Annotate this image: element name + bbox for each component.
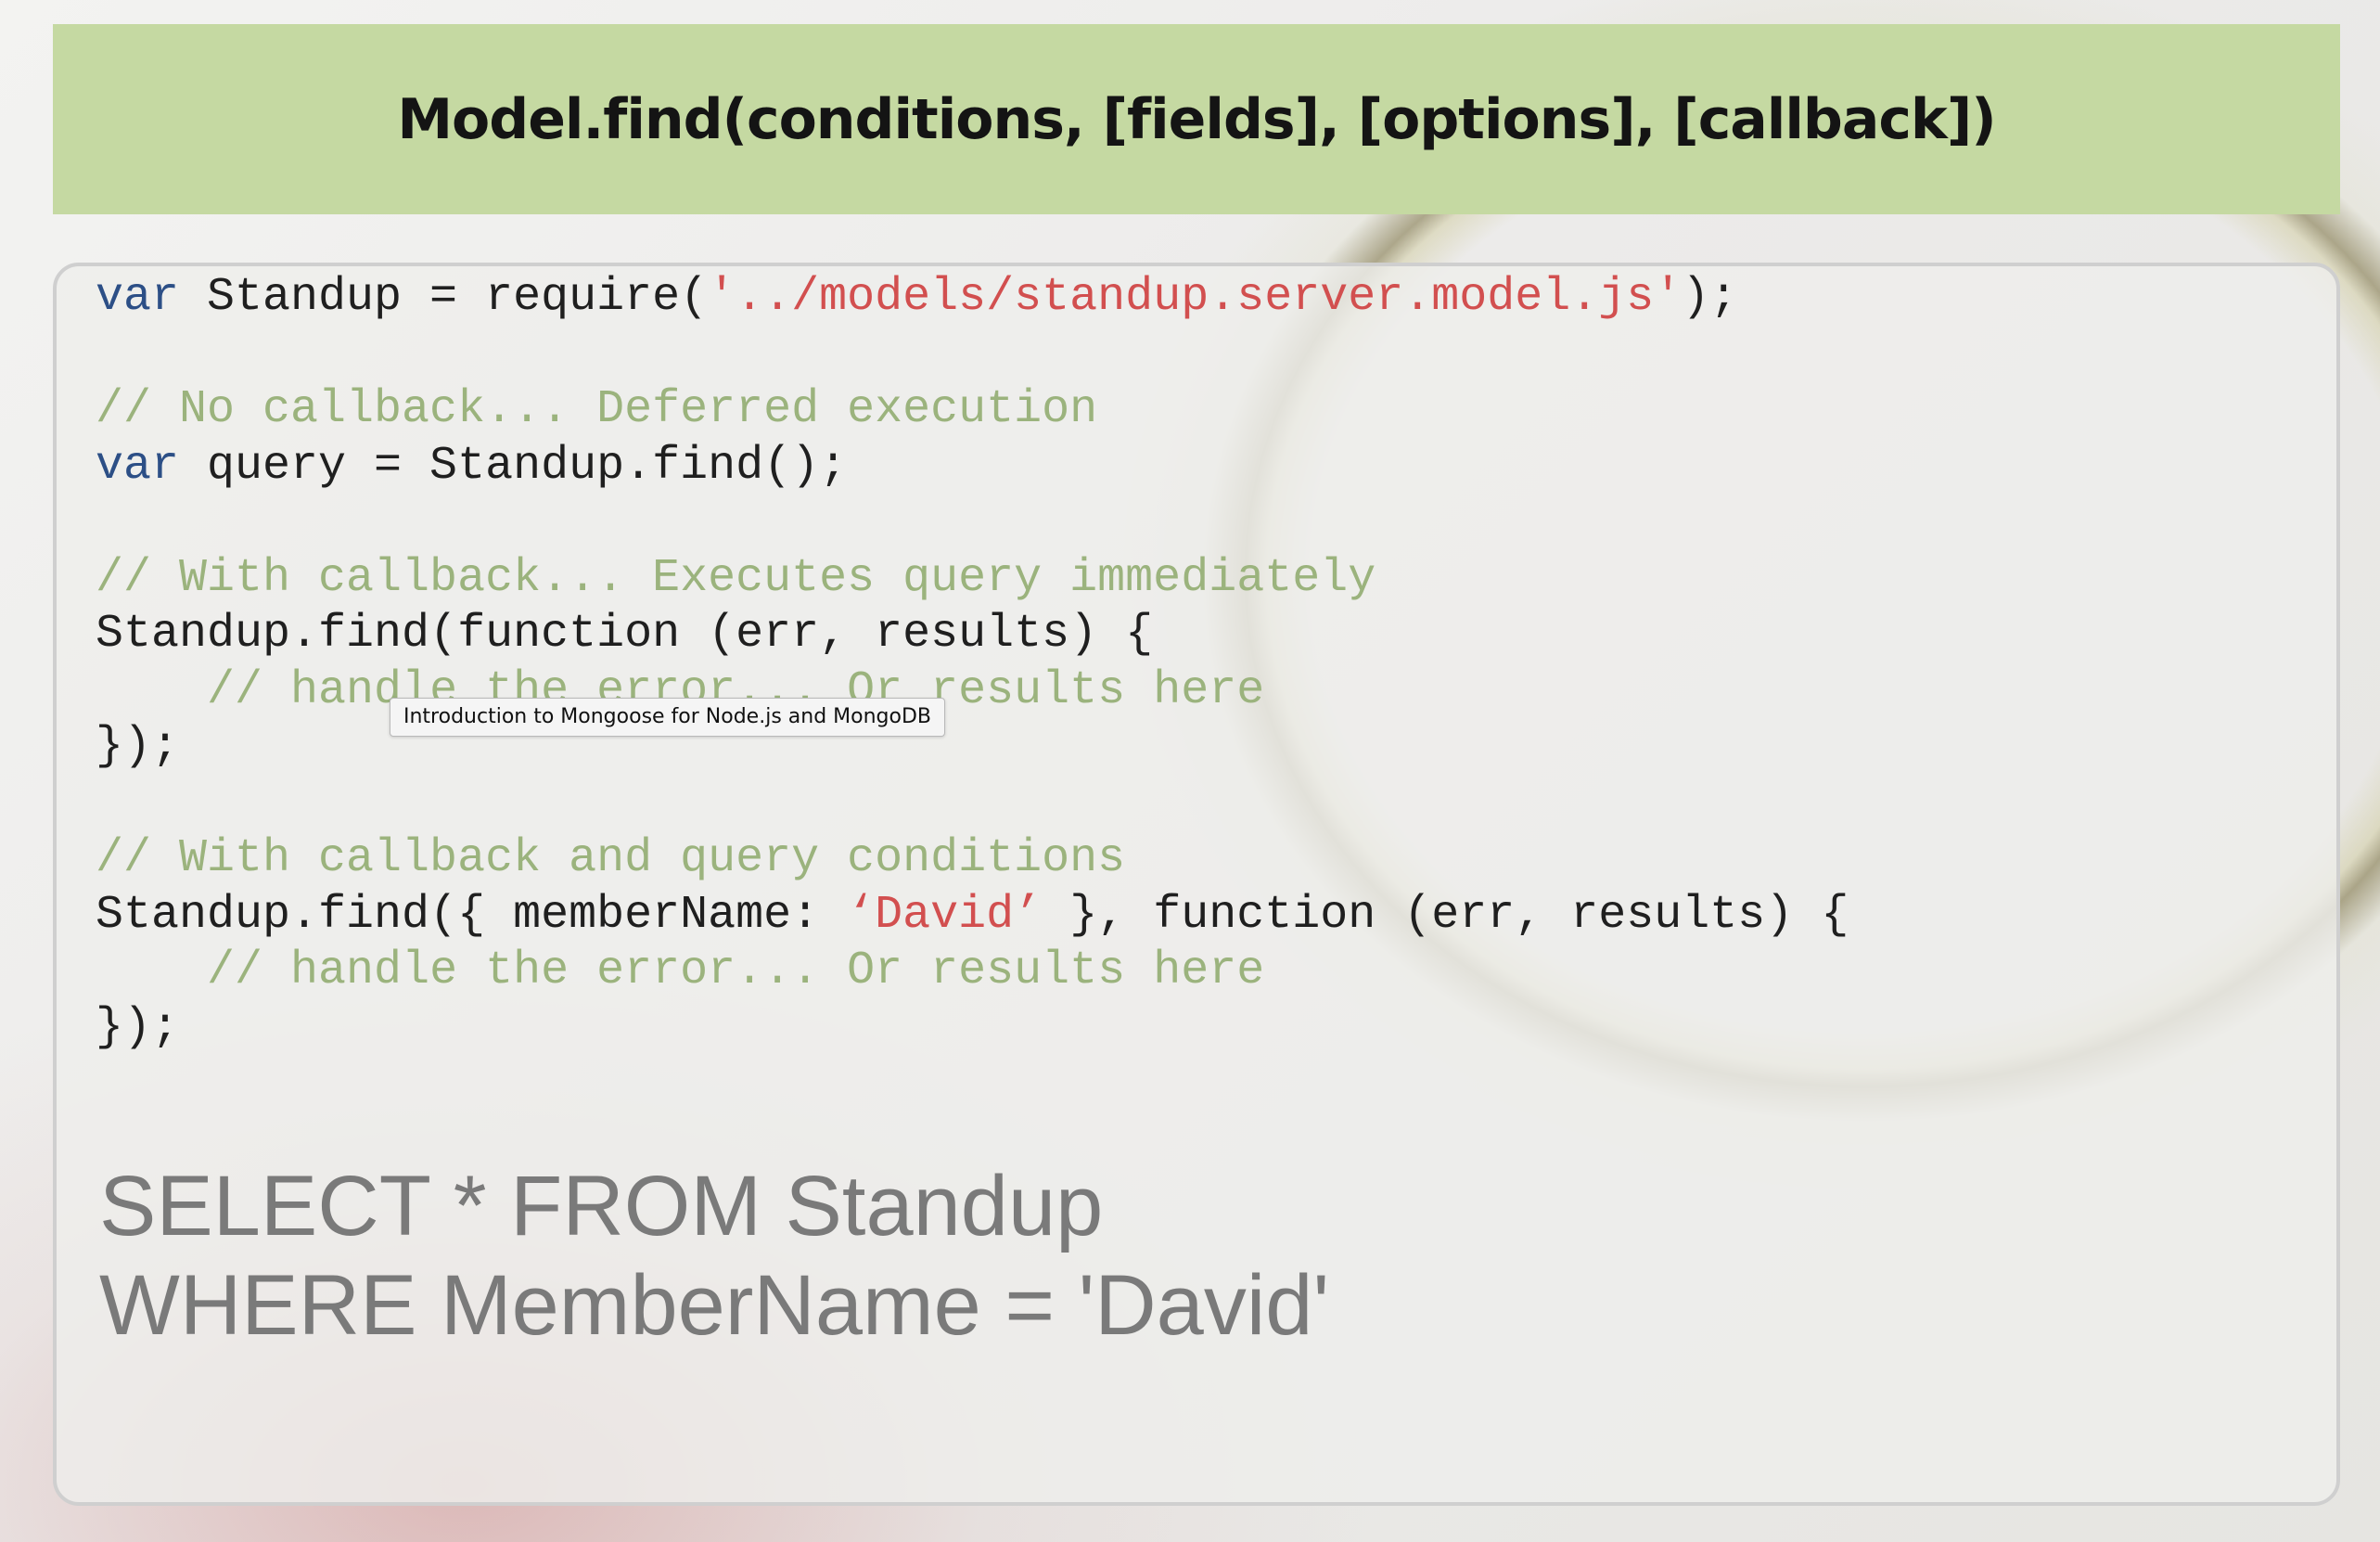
code-line-1: var Standup = require('../models/standup… [96,270,1849,327]
code-string: '../models/standup.server.model.js' [708,271,1683,324]
code-text: }, function (err, results) { [1042,888,1849,942]
code-comment: // With callback and query conditions [96,832,1126,885]
sql-equivalent: SELECT * FROM Standup WHERE MemberName =… [99,1157,1329,1356]
video-title-tooltip: Introduction to Mongoose for Node.js and… [390,698,946,737]
code-text: query = Standup.find(); [179,439,848,493]
code-keyword: var [96,439,180,493]
code-comment: // No callback... Deferred execution [96,383,1098,436]
code-line-7: Standup.find(function (err, results) { [96,608,1154,661]
code-line-12: Standup.find({ memberName: ‘David’ }, fu… [96,888,1849,944]
slide-title: Model.find(conditions, [fields], [option… [397,86,1996,152]
code-string: ‘David’ [847,888,1043,942]
code-line-8: // handle the error... Or results here [96,663,1849,720]
code-block: var Standup = require('../models/standup… [96,270,1849,1056]
sql-line-select: SELECT * FROM Standup [99,1159,1104,1253]
code-line-14: }); [96,1000,180,1054]
code-text: Standup = require( [179,271,709,324]
code-line-13: // handle the error... Or results here [96,944,1849,1000]
code-comment: // handle the error... Or results here [207,944,1265,997]
code-line-4: var query = Standup.find(); [96,439,1849,495]
code-comment: // With callback... Executes query immed… [96,551,1376,605]
code-keyword: var [96,271,180,324]
code-panel: var Standup = require('../models/standup… [53,263,2340,1506]
code-line-9: }); [96,720,180,773]
code-text: Standup.find({ memberName: [96,888,848,942]
slide-title-bar: Model.find(conditions, [fields], [option… [53,24,2340,214]
code-text: ); [1682,271,1738,324]
sql-line-where: WHERE MemberName = 'David' [99,1258,1330,1353]
